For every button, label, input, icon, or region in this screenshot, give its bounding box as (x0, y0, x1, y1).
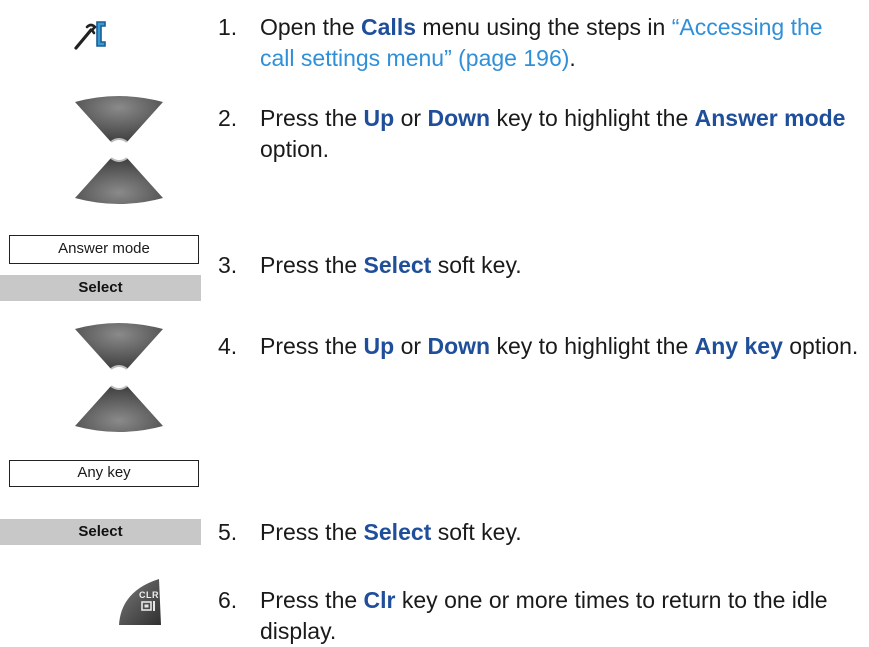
step-number: 3. (218, 252, 238, 278)
step-number: 5. (218, 519, 238, 545)
phone-wrench-icon (74, 21, 106, 50)
keyword: Calls (361, 14, 417, 40)
select-softkey[interactable]: Select (0, 519, 201, 545)
keyword: Select (363, 519, 432, 545)
step-text: Open the Calls menu using the steps in “… (260, 14, 823, 71)
nav-up-key-icon (75, 96, 163, 143)
keyword: Down (427, 333, 491, 359)
keyword: Up (363, 105, 395, 131)
step-text: Press the Clr key one or more times to r… (260, 587, 828, 644)
step-number: 4. (218, 333, 238, 359)
step-number: 1. (218, 14, 238, 40)
nav-up-key-icon (75, 323, 163, 370)
clr-key-icon: CLR (113, 577, 163, 627)
keyword: Up (363, 333, 395, 359)
keyword: Clr (363, 587, 396, 613)
keyword: Down (427, 105, 491, 131)
step-number: 2. (218, 105, 238, 131)
keyword: Answer mode (694, 105, 846, 131)
step-number: 6. (218, 587, 238, 613)
display-answer-mode: Answer mode (9, 235, 199, 264)
step-text: Press the Up or Down key to highlight th… (260, 105, 846, 162)
step-text: Press the Select soft key. (260, 519, 522, 545)
display-any-key: Any key (9, 460, 199, 487)
nav-down-key-icon (75, 157, 163, 204)
keyword: Select (363, 252, 432, 278)
step-text: Press the Select soft key. (260, 252, 522, 278)
clr-key-label: CLR (139, 590, 159, 600)
keyword: Any key (694, 333, 783, 359)
step-text: Press the Up or Down key to highlight th… (260, 333, 859, 359)
select-softkey[interactable]: Select (0, 275, 201, 301)
nav-down-key-icon (75, 385, 163, 432)
